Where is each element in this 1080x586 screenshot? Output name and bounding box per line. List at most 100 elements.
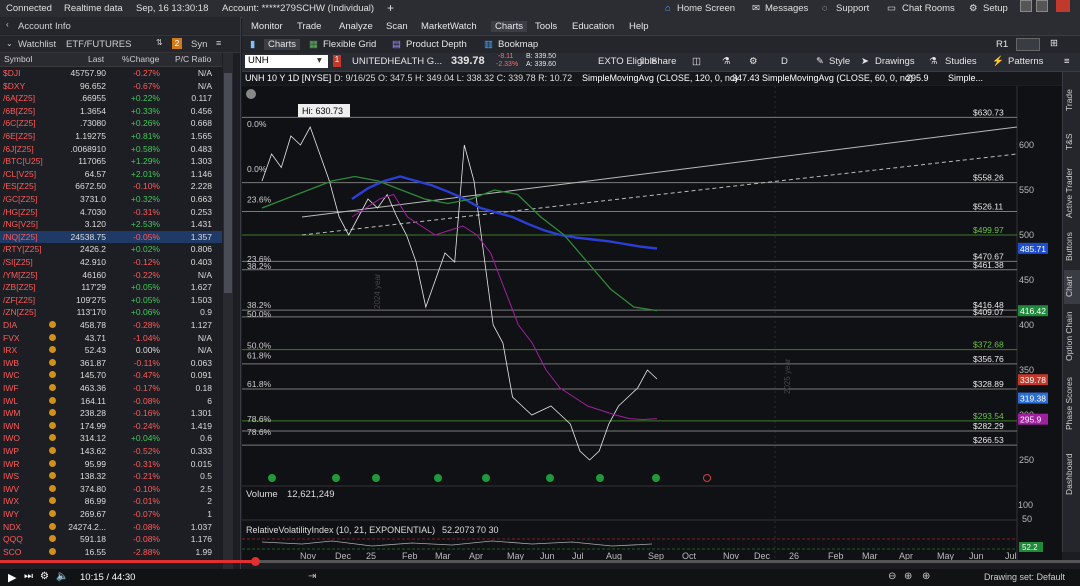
price-chart[interactable]: $630.73$558.26$526.11$499.97$470.67$461.… bbox=[242, 86, 1062, 560]
sym-label[interactable]: Syn bbox=[191, 39, 207, 50]
side-tab-option-chain[interactable]: Option Chain bbox=[1064, 304, 1080, 368]
next-icon[interactable]: ⏭ bbox=[24, 571, 33, 582]
menu-icon[interactable]: ≡ bbox=[1064, 56, 1070, 67]
table-row[interactable]: /GC[Z25] 3731.0 +0.32% 0.663 bbox=[0, 193, 222, 206]
table-row[interactable]: /BTC[U25] 117065 +1.29% 1.303 bbox=[0, 155, 222, 168]
subtab-flexible-grid[interactable]: Flexible Grid bbox=[323, 39, 376, 50]
minimize-button[interactable] bbox=[1020, 0, 1032, 12]
home-screen-button[interactable]: Home Screen bbox=[677, 3, 735, 14]
chevron-down-icon[interactable]: ⌄ bbox=[6, 39, 13, 48]
grid-layout-icon[interactable]: ⊞ bbox=[1050, 38, 1058, 49]
patterns-button[interactable]: Patterns bbox=[1008, 56, 1043, 67]
table-row[interactable]: IRX 52.43 0.00% N/A bbox=[0, 344, 222, 357]
table-row[interactable]: IWS 138.32 -0.21% 0.5 bbox=[0, 470, 222, 483]
table-row[interactable]: IWM 238.28 -0.16% 1.301 bbox=[0, 407, 222, 420]
table-row[interactable]: SCO 16.55 -2.88% 1.99 bbox=[0, 546, 222, 559]
side-tab-buttons[interactable]: Buttons bbox=[1064, 224, 1080, 270]
side-tab-active-trader[interactable]: Active Trader bbox=[1064, 162, 1080, 224]
table-row[interactable]: IWY 269.67 -0.07% 1 bbox=[0, 508, 222, 521]
studies-button[interactable]: Studies bbox=[945, 56, 977, 67]
table-row[interactable]: IWR 95.99 -0.31% 0.015 bbox=[0, 458, 222, 471]
table-row[interactable]: IWP 143.62 -0.52% 0.333 bbox=[0, 445, 222, 458]
table-row[interactable]: $DJI 45757.90 -0.27% N/A bbox=[0, 67, 222, 80]
plus-icon[interactable]: + bbox=[387, 1, 394, 15]
table-row[interactable]: /ES[Z25] 6672.50 -0.10% 2.228 bbox=[0, 180, 222, 193]
drawings-button[interactable]: Drawings bbox=[875, 56, 915, 67]
share-button[interactable]: Share bbox=[651, 56, 676, 67]
table-row[interactable]: IWF 463.36 -0.17% 0.18 bbox=[0, 382, 222, 395]
zoom-out-icon[interactable]: ⊖ bbox=[888, 571, 896, 582]
layout-box[interactable] bbox=[1016, 38, 1040, 51]
gear-icon[interactable]: ⚙ bbox=[40, 571, 49, 582]
side-tab-chart[interactable]: Chart bbox=[1064, 270, 1080, 304]
table-row[interactable]: /ZF[Z25] 109'275 +0.05% 1.503 bbox=[0, 294, 222, 307]
side-tab-dashboard[interactable]: Dashboard bbox=[1064, 444, 1080, 504]
table-row[interactable]: IWC 145.70 -0.47% 0.091 bbox=[0, 369, 222, 382]
messages-button[interactable]: Messages bbox=[765, 3, 808, 14]
tab-monitor[interactable]: Monitor bbox=[251, 21, 283, 32]
chat-rooms-button[interactable]: Chat Rooms bbox=[902, 3, 955, 14]
table-row[interactable]: QQQ 591.18 -0.08% 1.176 bbox=[0, 533, 222, 546]
col-last[interactable]: Last bbox=[88, 54, 104, 64]
table-row[interactable]: IWV 374.80 -0.10% 2.5 bbox=[0, 483, 222, 496]
table-row[interactable]: DIA 458.78 -0.28% 1.127 bbox=[0, 319, 222, 332]
table-row[interactable]: /YM[Z25] 46160 -0.22% N/A bbox=[0, 269, 222, 282]
symbol-input[interactable]: UNH bbox=[245, 55, 328, 68]
table-row[interactable]: /SI[Z25] 42.910 -0.12% 0.403 bbox=[0, 256, 222, 269]
subtab-product-depth[interactable]: Product Depth bbox=[406, 39, 467, 50]
side-tab-phase-scores[interactable]: Phase Scores bbox=[1064, 368, 1080, 440]
tab-trade[interactable]: Trade bbox=[297, 21, 321, 32]
tab-marketwatch[interactable]: MarketWatch bbox=[421, 21, 477, 32]
col-pc-ratio[interactable]: P/C Ratio bbox=[175, 54, 211, 64]
table-row[interactable]: /6E[Z25] 1.19275 +0.81% 1.565 bbox=[0, 130, 222, 143]
col-symbol[interactable]: Symbol bbox=[4, 54, 32, 64]
table-row[interactable]: $DXY 96.652 -0.67% N/A bbox=[0, 80, 222, 93]
table-row[interactable]: IWB 361.87 -0.11% 0.063 bbox=[0, 357, 222, 370]
tab-analyze[interactable]: Analyze bbox=[339, 21, 373, 32]
support-button[interactable]: Support bbox=[836, 3, 869, 14]
table-row[interactable]: IWN 174.99 -0.24% 1.419 bbox=[0, 420, 222, 433]
subtab-bookmap[interactable]: Bookmap bbox=[498, 39, 538, 50]
drawing-set-label[interactable]: Drawing set: Default bbox=[984, 572, 1065, 582]
tab-help[interactable]: Help bbox=[629, 21, 649, 32]
zoom-in-icon[interactable]: ⊕ bbox=[904, 571, 912, 582]
table-row[interactable]: /6C[Z25] .73080 +0.26% 0.668 bbox=[0, 117, 222, 130]
table-row[interactable]: /6B[Z25] 1.3654 +0.33% 0.456 bbox=[0, 105, 222, 118]
fit-icon[interactable]: ⊕ bbox=[922, 571, 930, 582]
table-row[interactable]: NDX 24274.2... -0.08% 1.037 bbox=[0, 521, 222, 534]
info-icon[interactable] bbox=[246, 89, 256, 99]
table-row[interactable]: /NG[V25] 3.120 +2.53% 1.431 bbox=[0, 218, 222, 231]
table-row[interactable]: /RTY[Z25] 2426.2 +0.02% 0.806 bbox=[0, 243, 222, 256]
progress-handle[interactable] bbox=[251, 557, 260, 566]
tab-scan[interactable]: Scan bbox=[386, 21, 408, 32]
side-tab-ts[interactable]: T&S bbox=[1064, 124, 1080, 160]
layout-r1[interactable]: R1 bbox=[996, 39, 1008, 50]
close-button[interactable] bbox=[1056, 0, 1070, 12]
side-tab-trade[interactable]: Trade bbox=[1064, 76, 1080, 124]
style-button[interactable]: Style bbox=[829, 56, 850, 67]
table-row[interactable]: /HG[Z25] 4.7030 -0.31% 0.253 bbox=[0, 206, 222, 219]
table-row[interactable]: IWO 314.12 +0.04% 0.6 bbox=[0, 432, 222, 445]
maximize-button[interactable] bbox=[1036, 0, 1048, 12]
period-selector[interactable]: D bbox=[781, 56, 788, 67]
flask-icon[interactable]: ⚗ bbox=[722, 56, 731, 67]
setup-button[interactable]: Setup bbox=[983, 3, 1008, 14]
sort-icon[interactable]: ⇅ bbox=[156, 38, 163, 47]
tab-tools[interactable]: Tools bbox=[535, 21, 557, 32]
table-row[interactable]: FVX 43.71 -1.04% N/A bbox=[0, 332, 222, 345]
volume-icon[interactable]: 🔈 bbox=[56, 571, 68, 582]
chevron-down-icon[interactable]: ▾ bbox=[317, 55, 322, 66]
table-row[interactable]: /CL[V25] 64.57 +2.01% 1.146 bbox=[0, 168, 222, 181]
camera-icon[interactable]: ◫ bbox=[692, 56, 701, 67]
table-row[interactable]: /ZB[Z25] 117'29 +0.05% 1.627 bbox=[0, 281, 222, 294]
watchlist-selector[interactable]: ETF/FUTURES bbox=[66, 39, 131, 50]
watchlist-scrollbar[interactable] bbox=[223, 53, 233, 569]
account-info-header[interactable]: ‹ Account Info bbox=[0, 17, 240, 36]
table-row[interactable]: /6A[Z25] .66955 +0.22% 0.117 bbox=[0, 92, 222, 105]
play-icon[interactable]: ▶ bbox=[8, 571, 16, 584]
tab-education[interactable]: Education bbox=[572, 21, 614, 32]
alert-icon[interactable]: 1 bbox=[333, 55, 341, 67]
table-row[interactable]: /ZN[Z25] 113'170 +0.06% 0.9 bbox=[0, 306, 222, 319]
table-row[interactable]: /6J[Z25] .0068910 +0.58% 0.483 bbox=[0, 143, 222, 156]
table-row[interactable]: IWL 164.11 -0.08% 6 bbox=[0, 395, 222, 408]
